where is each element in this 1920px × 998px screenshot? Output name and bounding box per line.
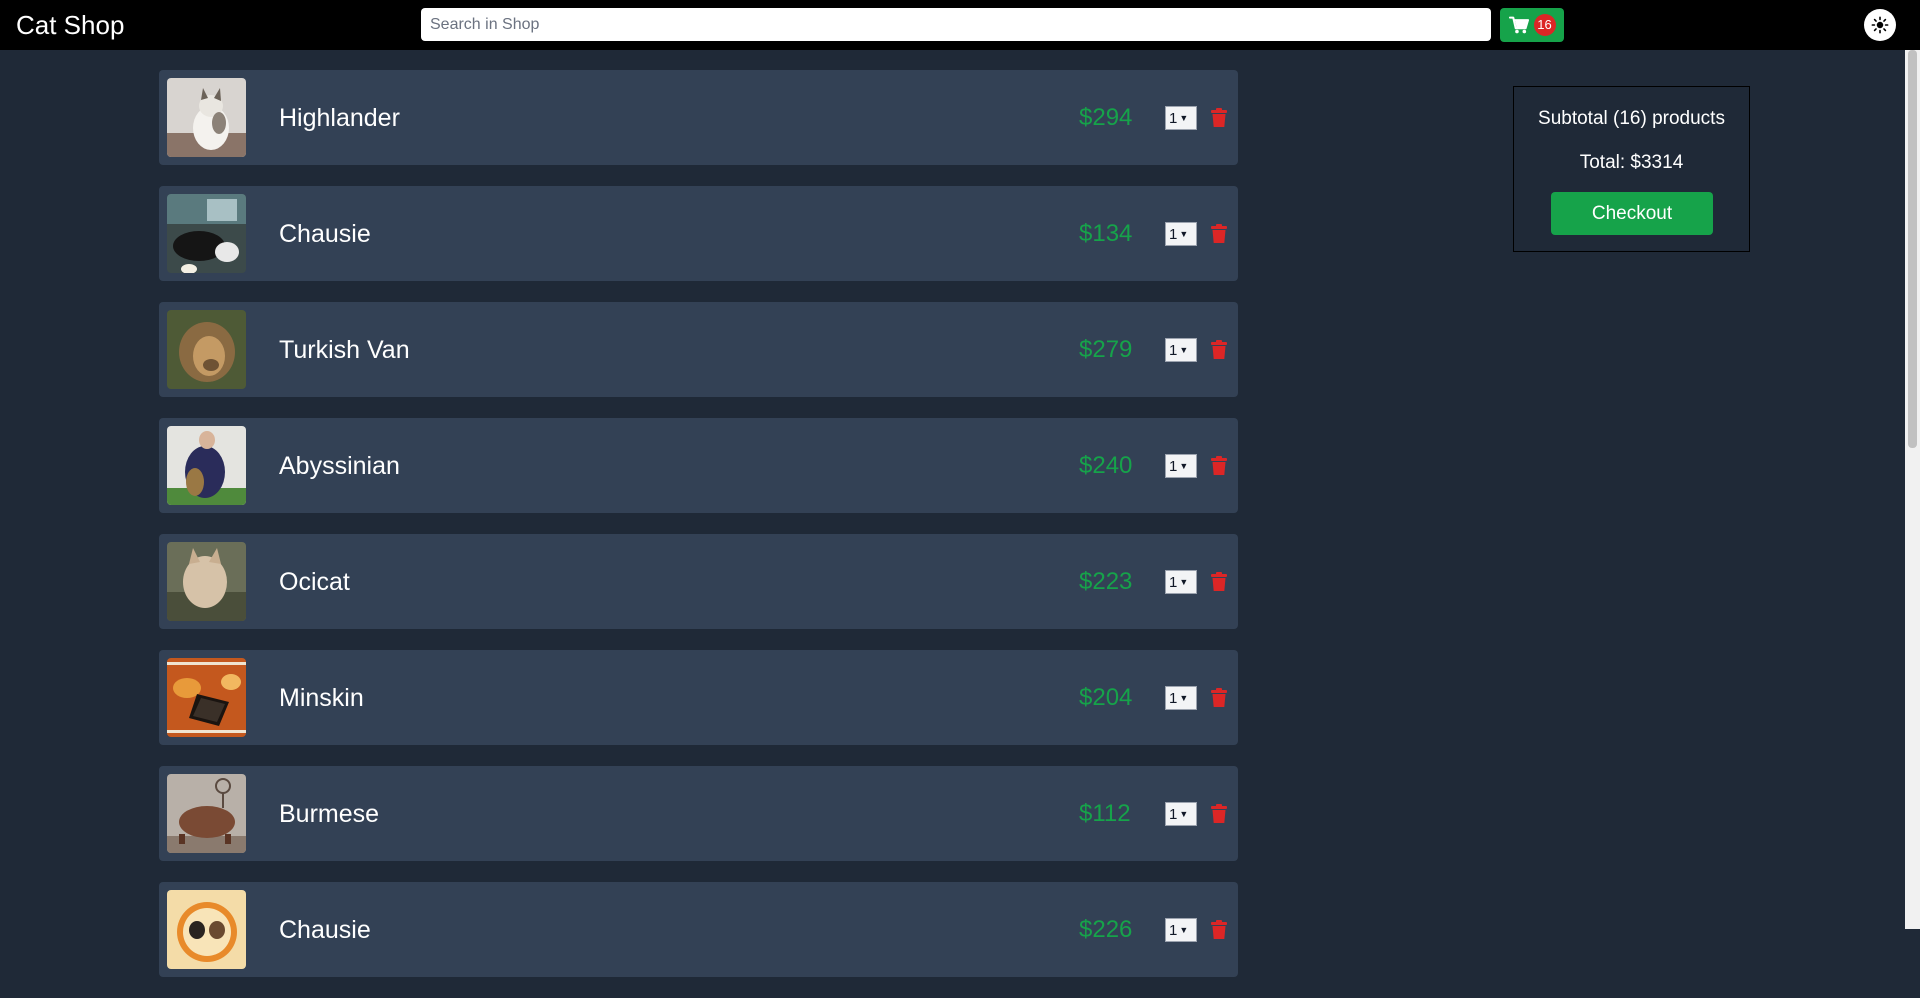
chevron-down-icon: ▼ — [1179, 461, 1189, 471]
trash-icon[interactable] — [1211, 340, 1227, 359]
quantity-value: 1 — [1169, 573, 1178, 591]
chevron-down-icon: ▼ — [1179, 809, 1189, 819]
cat-photo-thumbnail — [167, 658, 246, 737]
cart-item: Ocicat $223 1 ▼ — [159, 534, 1238, 629]
quantity-value: 1 — [1169, 341, 1178, 359]
cat-photo-thumbnail — [167, 426, 246, 505]
quantity-select[interactable]: 1 ▼ — [1165, 222, 1197, 246]
cart-item: Minskin $204 1 ▼ — [159, 650, 1238, 745]
cart-item: Chausie $134 1 ▼ — [159, 186, 1238, 281]
total-text: Total: $3314 — [1579, 152, 1684, 173]
quantity-select[interactable]: 1 ▼ — [1165, 338, 1197, 362]
cart-item: Highlander $294 1 ▼ — [159, 70, 1238, 165]
cat-photo-thumbnail — [167, 890, 246, 969]
quantity-select[interactable]: 1 ▼ — [1165, 802, 1197, 826]
quantity-value: 1 — [1169, 689, 1178, 707]
cat-photo-thumbnail — [167, 310, 246, 389]
quantity-value: 1 — [1169, 457, 1178, 475]
product-name[interactable]: Abyssinian — [279, 451, 400, 481]
trash-icon[interactable] — [1211, 224, 1227, 243]
quantity-value: 1 — [1169, 109, 1178, 127]
product-name[interactable]: Ocicat — [279, 567, 350, 597]
sun-icon — [1871, 16, 1889, 34]
top-navbar: Cat Shop 16 — [0, 0, 1920, 50]
theme-toggle-button[interactable] — [1864, 9, 1896, 41]
product-name[interactable]: Turkish Van — [279, 335, 410, 365]
product-name[interactable]: Minskin — [279, 683, 364, 713]
quantity-value: 1 — [1169, 225, 1178, 243]
cat-photo-thumbnail — [167, 774, 246, 853]
chevron-down-icon: ▼ — [1179, 113, 1189, 123]
cat-photo-thumbnail — [167, 542, 246, 621]
product-name[interactable]: Chausie — [279, 219, 371, 249]
trash-icon[interactable] — [1211, 688, 1227, 707]
quantity-select[interactable]: 1 ▼ — [1165, 106, 1197, 130]
page-scrollbar[interactable] — [1905, 50, 1920, 929]
trash-icon[interactable] — [1211, 456, 1227, 475]
cat-photo-thumbnail — [167, 194, 246, 273]
checkout-button[interactable]: Checkout — [1551, 192, 1713, 235]
chevron-down-icon: ▼ — [1179, 693, 1189, 703]
quantity-select[interactable]: 1 ▼ — [1165, 570, 1197, 594]
trash-icon[interactable] — [1211, 572, 1227, 591]
chevron-down-icon: ▼ — [1179, 925, 1189, 935]
cart-item: Burmese $112 1 ▼ — [159, 766, 1238, 861]
scrollbar-thumb[interactable] — [1908, 50, 1917, 448]
quantity-select[interactable]: 1 ▼ — [1165, 686, 1197, 710]
product-name[interactable]: Chausie — [279, 915, 371, 945]
chevron-down-icon: ▼ — [1179, 577, 1189, 587]
order-summary-panel: Subtotal (16) products Total: $3314 Chec… — [1513, 86, 1750, 252]
quantity-select[interactable]: 1 ▼ — [1165, 454, 1197, 478]
chevron-down-icon: ▼ — [1179, 345, 1189, 355]
quantity-value: 1 — [1169, 921, 1178, 939]
trash-icon[interactable] — [1211, 804, 1227, 823]
search-input[interactable] — [421, 8, 1491, 41]
cart-button[interactable]: 16 — [1500, 8, 1564, 42]
cart-item: Chausie $226 1 ▼ — [159, 882, 1238, 977]
quantity-select[interactable]: 1 ▼ — [1165, 918, 1197, 942]
product-name[interactable]: Burmese — [279, 799, 379, 829]
cart-count-badge: 16 — [1533, 14, 1556, 36]
shopping-cart-icon — [1508, 16, 1529, 34]
cart-item: Turkish Van $279 1 ▼ — [159, 302, 1238, 397]
product-name[interactable]: Highlander — [279, 103, 400, 133]
trash-icon[interactable] — [1211, 920, 1227, 939]
brand-logo-text[interactable]: Cat Shop — [16, 10, 124, 40]
cart-item-list: Highlander $294 1 ▼ Chausie $134 1 ▼ Tur… — [159, 70, 1238, 998]
chevron-down-icon: ▼ — [1179, 229, 1189, 239]
cat-photo-thumbnail — [167, 78, 246, 157]
cart-item: Abyssinian $240 1 ▼ — [159, 418, 1238, 513]
trash-icon[interactable] — [1211, 108, 1227, 127]
subtotal-text: Subtotal (16) products — [1538, 108, 1725, 129]
quantity-value: 1 — [1169, 805, 1178, 823]
